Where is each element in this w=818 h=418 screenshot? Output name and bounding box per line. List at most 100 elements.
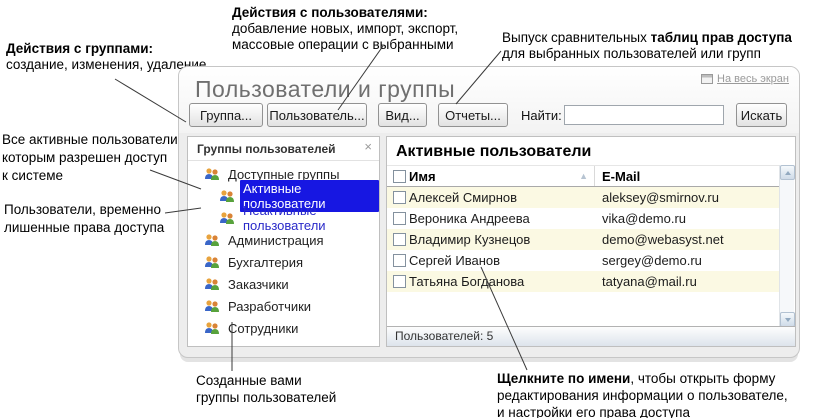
annotation-active-users-line2: которым разрешен доступ bbox=[2, 149, 181, 167]
column-header-name-label: Имя bbox=[409, 169, 436, 184]
users-table-panel: Активные пользователи Имя ▲ E-Mail Алекс… bbox=[386, 136, 796, 347]
user-email: vika@demo.ru bbox=[595, 211, 780, 226]
annotation-reports: Выпуск сравнительных таблиц прав доступа… bbox=[502, 30, 792, 62]
annotation-click-name-bold: Щелкните по имени bbox=[497, 371, 630, 386]
row-check-cell bbox=[387, 212, 409, 225]
annotation-group-actions-title: Действия с группами: bbox=[6, 41, 153, 56]
users-groups-panel: Пользователи и группы На весь экран Груп… bbox=[178, 66, 800, 358]
row-check-cell bbox=[387, 233, 409, 246]
annotation-click-name-line3: и настройки его права доступа bbox=[497, 404, 788, 418]
row-checkbox[interactable] bbox=[393, 233, 406, 246]
annotation-user-actions-title: Действия с пользователями: bbox=[232, 5, 428, 20]
sidebar-title: Группы пользователей bbox=[197, 142, 336, 156]
user-name-link[interactable]: Татьяна Богданова bbox=[409, 274, 595, 289]
annotation-your-groups-line2: группы пользователей bbox=[196, 389, 336, 406]
annotation-inactive-users-line1: Пользователи, временно bbox=[4, 201, 164, 219]
sidebar-item-label: Сотрудники bbox=[225, 320, 301, 337]
group-button[interactable]: Группа... bbox=[189, 103, 263, 127]
annotation-inactive-users-line2: лишенные права доступа bbox=[4, 219, 164, 237]
annotation-your-groups-line1: Созданные вами bbox=[196, 372, 336, 389]
fullscreen-link[interactable]: На весь экран bbox=[701, 73, 789, 85]
select-all-checkbox[interactable] bbox=[393, 170, 406, 183]
connector-groups-button bbox=[115, 79, 186, 122]
group-icon bbox=[219, 189, 235, 203]
annotation-user-actions: Действия с пользователями: добавление но… bbox=[232, 5, 458, 53]
user-name: Вероника Андреева bbox=[409, 211, 530, 226]
sidebar-item-label: Заказчики bbox=[225, 276, 292, 293]
annotation-active-users-line1: Все активные пользователи, bbox=[2, 131, 181, 149]
group-icon bbox=[204, 255, 220, 269]
search-button[interactable]: Искать bbox=[736, 103, 787, 127]
user-email: demo@webasyst.net bbox=[595, 232, 780, 247]
groups-sidebar: Группы пользователей × Доступные группы … bbox=[187, 136, 380, 347]
column-header-name[interactable]: Имя ▲ bbox=[409, 166, 595, 186]
user-button[interactable]: Пользователь... bbox=[267, 103, 367, 127]
row-check-cell bbox=[387, 275, 409, 288]
scroll-up-button[interactable] bbox=[780, 165, 795, 180]
sidebar-item-staff[interactable]: Сотрудники bbox=[188, 317, 379, 339]
row-check-cell bbox=[387, 254, 409, 267]
sidebar-item-label: Бухгалтерия bbox=[225, 254, 306, 271]
sidebar-item-customers[interactable]: Заказчики bbox=[188, 273, 379, 295]
table-row[interactable]: Владимир Кузнецов demo@webasyst.net bbox=[387, 229, 780, 250]
table-row[interactable]: Сергей Иванов sergey@demo.ru bbox=[387, 250, 780, 271]
user-name: Сергей Иванов bbox=[409, 253, 500, 268]
group-icon bbox=[204, 321, 220, 335]
sidebar-item-inactive-users[interactable]: Неактивные пользователи bbox=[188, 207, 379, 229]
column-header-email[interactable]: E-Mail bbox=[595, 169, 780, 184]
view-button[interactable]: Вид... bbox=[378, 103, 427, 127]
group-icon bbox=[204, 167, 220, 181]
scroll-down-button[interactable] bbox=[780, 312, 795, 327]
annotation-user-actions-line2: массовые операции с выбранными bbox=[232, 37, 458, 53]
sidebar-item-developers[interactable]: Разработчики bbox=[188, 295, 379, 317]
table-row[interactable]: Татьяна Богданова tatyana@mail.ru bbox=[387, 271, 780, 292]
sidebar-item-label: Администрация bbox=[225, 232, 327, 249]
search-input[interactable] bbox=[564, 105, 724, 125]
annotation-user-actions-line1: добавление новых, импорт, экспорт, bbox=[232, 21, 458, 37]
row-checkbox[interactable] bbox=[393, 275, 406, 288]
arrow-down-icon bbox=[785, 318, 791, 322]
user-name: Татьяна Богданова bbox=[409, 274, 524, 289]
row-check-cell bbox=[387, 191, 409, 204]
fullscreen-icon bbox=[701, 74, 713, 84]
arrow-up-icon bbox=[785, 171, 791, 175]
annotation-reports-bold: таблиц прав доступа bbox=[651, 30, 792, 45]
reports-button[interactable]: Отчеты... bbox=[438, 103, 508, 127]
annotation-your-groups: Созданные вами группы пользователей bbox=[196, 372, 336, 406]
user-name-link[interactable]: Сергей Иванов bbox=[409, 253, 595, 268]
annotation-inactive-users: Пользователи, временно лишенные права до… bbox=[4, 201, 164, 237]
user-name: Алексей Смирнов bbox=[409, 190, 517, 205]
row-checkbox[interactable] bbox=[393, 254, 406, 267]
user-name-link[interactable]: Алексей Смирнов bbox=[409, 190, 595, 205]
table-row[interactable]: Алексей Смирнов aleksey@smirnov.ru bbox=[387, 187, 780, 208]
group-icon bbox=[204, 277, 220, 291]
annotation-click-name-line2: редактирования информации о пользователе… bbox=[497, 387, 788, 404]
column-header-email-label: E-Mail bbox=[602, 169, 640, 184]
close-icon[interactable]: × bbox=[364, 140, 372, 154]
user-email: tatyana@mail.ru bbox=[595, 274, 780, 289]
group-icon bbox=[204, 299, 220, 313]
row-checkbox[interactable] bbox=[393, 191, 406, 204]
group-icon bbox=[219, 211, 235, 225]
table-heading: Активные пользователи bbox=[396, 143, 591, 161]
row-checkbox[interactable] bbox=[393, 212, 406, 225]
user-name-link[interactable]: Владимир Кузнецов bbox=[409, 232, 595, 247]
table-row[interactable]: Вероника Андреева vika@demo.ru bbox=[387, 208, 780, 229]
sort-asc-icon: ▲ bbox=[579, 172, 588, 181]
group-icon bbox=[204, 233, 220, 247]
select-all-cell bbox=[387, 170, 409, 183]
sidebar-item-administration[interactable]: Администрация bbox=[188, 229, 379, 251]
user-name-link[interactable]: Вероника Андреева bbox=[409, 211, 595, 226]
user-name: Владимир Кузнецов bbox=[409, 232, 530, 247]
annotation-click-name-rest: , чтобы открыть форму bbox=[630, 371, 775, 386]
sidebar-item-accounting[interactable]: Бухгалтерия bbox=[188, 251, 379, 273]
search-label: Найти: bbox=[521, 108, 562, 123]
table-body: Алексей Смирнов aleksey@smirnov.ru Верон… bbox=[387, 187, 780, 292]
table-scrollbar[interactable] bbox=[779, 165, 794, 327]
annotation-group-actions-body: создание, изменения, удаление bbox=[6, 57, 206, 73]
sidebar-header: Группы пользователей × bbox=[188, 137, 379, 161]
screenshot-root: Действия с группами: создание, изменения… bbox=[0, 0, 818, 418]
annotation-active-users: Все активные пользователи, которым разре… bbox=[2, 131, 181, 185]
user-email: aleksey@smirnov.ru bbox=[595, 190, 780, 205]
sidebar-item-label: Разработчики bbox=[225, 298, 314, 315]
